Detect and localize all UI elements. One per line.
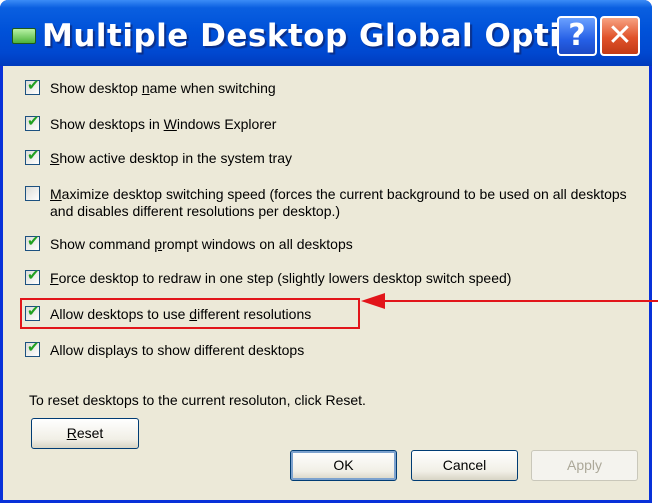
reset-button[interactable]: Reset xyxy=(31,418,139,449)
checkmark-icon: ✔ xyxy=(27,76,40,94)
checkbox-force-redraw[interactable]: ✔ xyxy=(25,266,40,285)
cancel-button[interactable]: Cancel xyxy=(411,450,518,481)
checkbox-system-tray[interactable]: ✔ xyxy=(25,146,40,165)
checkmark-icon: ✔ xyxy=(27,338,40,356)
checkmark-icon: ✔ xyxy=(27,112,40,130)
reset-label: eset xyxy=(76,425,104,441)
checkmark-icon: ✔ xyxy=(27,266,40,284)
option-label: Show command prompt windows on all deskt… xyxy=(50,236,353,252)
option-different-resolutions[interactable]: ✔ Allow desktops to use different resolu… xyxy=(25,302,312,323)
option-label: Allow desktops to use different resoluti… xyxy=(50,306,312,322)
annotation-arrow-line xyxy=(383,300,658,302)
option-label: Show desktops in Windows Explorer xyxy=(50,116,277,132)
option-label: Show desktop name when switching xyxy=(50,80,276,96)
option-different-desktops[interactable]: ✔ Allow displays to show different deskt… xyxy=(25,338,305,359)
option-show-desktop-name[interactable]: ✔ Show desktop name when switching xyxy=(25,76,276,97)
option-system-tray[interactable]: ✔ Show active desktop in the system tray xyxy=(25,146,293,167)
option-label: Show active desktop in the system tray xyxy=(50,150,293,166)
checkmark-icon: ✔ xyxy=(27,302,40,320)
checkbox-show-in-explorer[interactable]: ✔ xyxy=(25,112,40,131)
checkmark-icon: ✔ xyxy=(27,232,40,250)
help-button[interactable]: ? xyxy=(557,16,597,56)
option-label: Force desktop to redraw in one step (sli… xyxy=(50,270,512,286)
annotation-arrow-icon xyxy=(361,293,385,309)
help-icon: ? xyxy=(568,18,586,53)
checkbox-maximize-speed[interactable] xyxy=(25,186,40,201)
title-bar[interactable]: Multiple Desktop Global Opti... ? ✕ xyxy=(0,0,652,66)
reset-mnemonic: R xyxy=(66,425,77,441)
reset-hint-text: To reset desktops to the current resolut… xyxy=(29,392,366,408)
close-button[interactable]: ✕ xyxy=(600,16,640,56)
dialog-content: ✔ Show desktop name when switching ✔ Sho… xyxy=(3,66,658,503)
option-command-prompt[interactable]: ✔ Show command prompt windows on all des… xyxy=(25,232,353,253)
ok-button[interactable]: OK xyxy=(290,450,397,481)
checkbox-command-prompt[interactable]: ✔ xyxy=(25,232,40,251)
checkbox-different-desktops[interactable]: ✔ xyxy=(25,338,40,357)
apply-button: Apply xyxy=(531,450,638,481)
option-label: Maximize desktop switching speed (forces… xyxy=(50,186,627,219)
checkbox-different-resolutions[interactable]: ✔ xyxy=(25,302,40,321)
dialog-window: Multiple Desktop Global Opti... ? ✕ ✔ Sh… xyxy=(0,0,658,503)
window-title: Multiple Desktop Global Opti... xyxy=(42,18,598,54)
checkmark-icon: ✔ xyxy=(27,146,40,164)
checkbox-show-desktop-name[interactable]: ✔ xyxy=(25,76,40,95)
option-maximize-speed[interactable]: Maximize desktop switching speed (forces… xyxy=(25,186,635,220)
option-show-in-explorer[interactable]: ✔ Show desktops in Windows Explorer xyxy=(25,112,277,133)
app-icon xyxy=(12,28,36,44)
option-force-redraw[interactable]: ✔ Force desktop to redraw in one step (s… xyxy=(25,266,512,287)
option-label: Allow displays to show different desktop… xyxy=(50,342,305,358)
close-icon: ✕ xyxy=(607,18,633,53)
